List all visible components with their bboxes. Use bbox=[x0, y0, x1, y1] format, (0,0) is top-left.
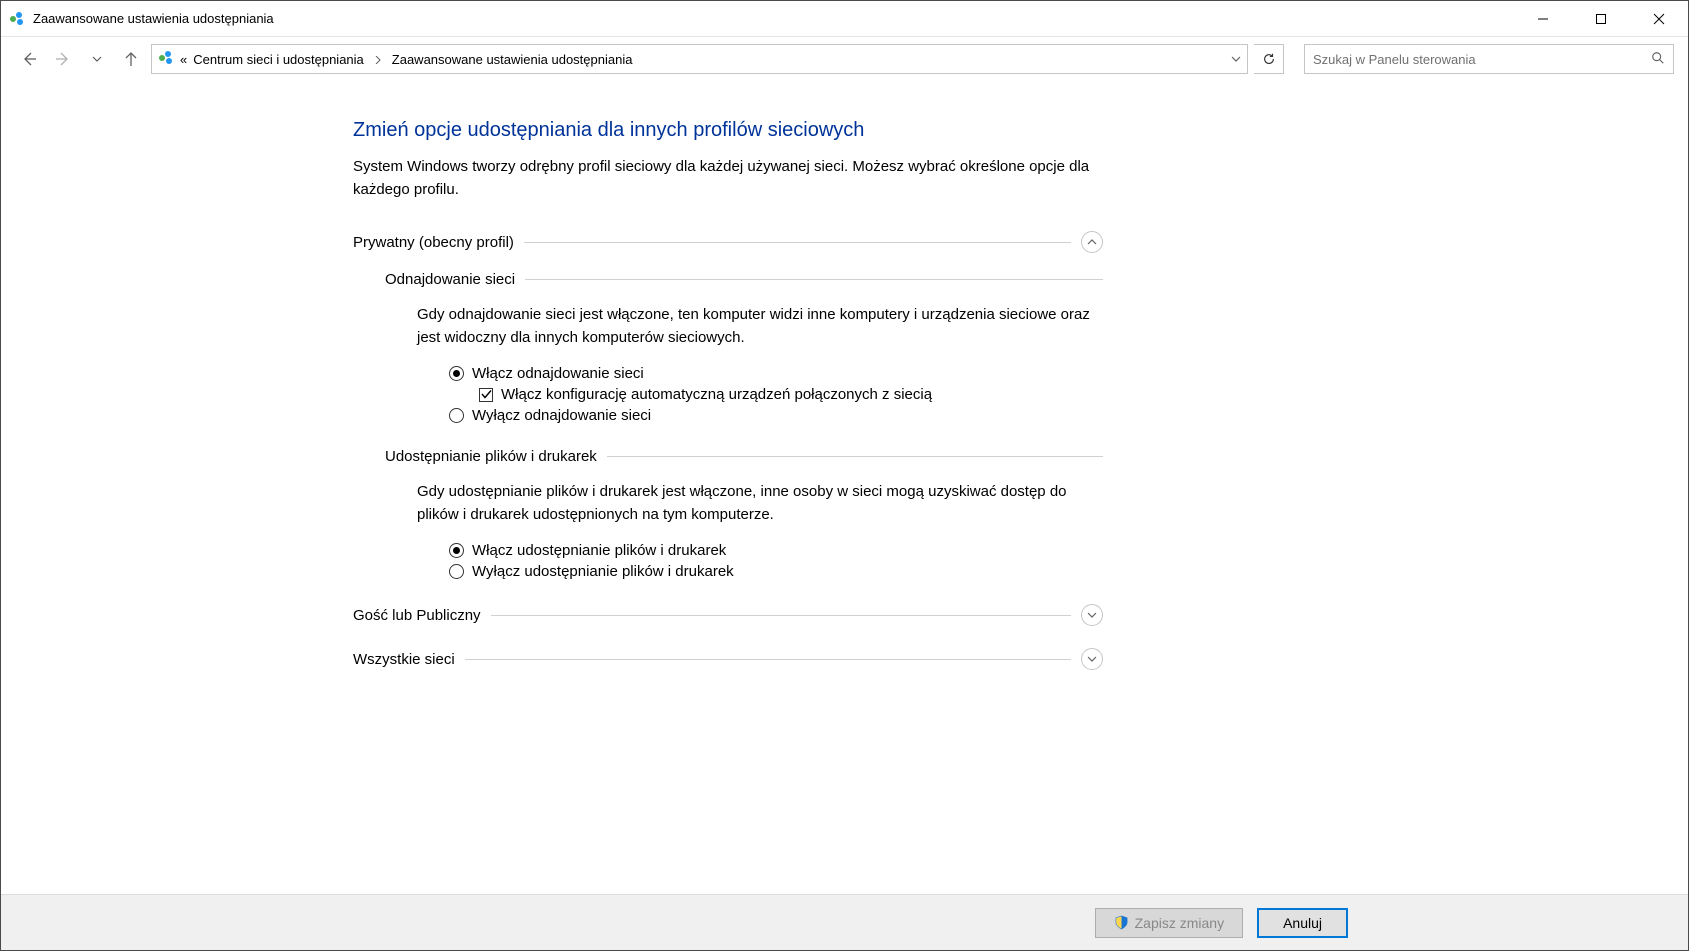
radio-file-printer-off[interactable]: Wyłącz udostępnianie plików i drukarek bbox=[449, 563, 1103, 580]
recent-locations-button[interactable] bbox=[83, 45, 111, 73]
forward-button[interactable] bbox=[49, 45, 77, 73]
chevron-down-icon[interactable] bbox=[1081, 604, 1103, 626]
file-printer-label: Udostępnianie plików i drukarek bbox=[385, 448, 597, 465]
file-printer-desc: Gdy udostępnianie plików i drukarek jest… bbox=[417, 481, 1103, 526]
maximize-button[interactable] bbox=[1572, 1, 1630, 36]
checkbox-icon bbox=[479, 388, 493, 402]
radio-file-printer-on[interactable]: Włącz udostępnianie plików i drukarek bbox=[449, 542, 1103, 559]
breadcrumb-item-current[interactable]: Zaawansowane ustawienia udostępniania bbox=[392, 52, 633, 67]
page-intro: System Windows tworzy odrębny profil sie… bbox=[353, 156, 1103, 201]
content-area: Zmień opcje udostępniania dla innych pro… bbox=[1, 81, 1688, 894]
profile-guest-label: Gość lub Publiczny bbox=[353, 607, 481, 624]
radio-network-discovery-off[interactable]: Wyłącz odnajdowanie sieci bbox=[449, 407, 1103, 424]
save-button[interactable]: Zapisz zmiany bbox=[1095, 908, 1243, 938]
minimize-button[interactable] bbox=[1514, 1, 1572, 36]
footer-bar: Zapisz zmiany Anuluj bbox=[1, 894, 1688, 950]
radio-label: Wyłącz odnajdowanie sieci bbox=[472, 407, 651, 424]
profile-all-header[interactable]: Wszystkie sieci bbox=[353, 648, 1103, 670]
file-printer-header: Udostępnianie plików i drukarek bbox=[385, 448, 1103, 465]
title-bar: Zaawansowane ustawienia udostępniania bbox=[1, 1, 1688, 37]
app-icon bbox=[9, 11, 25, 27]
network-discovery-header: Odnajdowanie sieci bbox=[385, 271, 1103, 288]
chevron-right-icon bbox=[370, 52, 386, 67]
radio-icon bbox=[449, 564, 464, 579]
breadcrumb-prefix: « bbox=[180, 52, 187, 67]
radio-label: Wyłącz udostępnianie plików i drukarek bbox=[472, 563, 734, 580]
refresh-button[interactable] bbox=[1254, 44, 1284, 74]
radio-icon bbox=[449, 408, 464, 423]
search-icon bbox=[1651, 51, 1665, 68]
search-placeholder: Szukaj w Panelu sterowania bbox=[1313, 52, 1651, 67]
profile-private-header[interactable]: Prywatny (obecny profil) bbox=[353, 231, 1103, 253]
chevron-down-icon[interactable] bbox=[1081, 648, 1103, 670]
window-title: Zaawansowane ustawienia udostępniania bbox=[33, 11, 1514, 26]
cancel-button-label: Anuluj bbox=[1283, 915, 1322, 931]
profile-guest-header[interactable]: Gość lub Publiczny bbox=[353, 604, 1103, 626]
address-bar[interactable]: « Centrum sieci i udostępniania Zaawanso… bbox=[151, 44, 1248, 74]
page-heading: Zmień opcje udostępniania dla innych pro… bbox=[353, 119, 1103, 142]
network-icon bbox=[158, 50, 174, 69]
radio-icon bbox=[449, 543, 464, 558]
breadcrumb-item[interactable]: Centrum sieci i udostępniania bbox=[193, 52, 364, 67]
window-controls bbox=[1514, 1, 1688, 36]
save-button-label: Zapisz zmiany bbox=[1135, 915, 1224, 931]
network-discovery-label: Odnajdowanie sieci bbox=[385, 271, 515, 288]
nav-bar: « Centrum sieci i udostępniania Zaawanso… bbox=[1, 37, 1688, 81]
profile-private-label: Prywatny (obecny profil) bbox=[353, 234, 514, 251]
window-frame: Zaawansowane ustawienia udostępniania « … bbox=[0, 0, 1689, 951]
address-dropdown-icon[interactable] bbox=[1231, 52, 1241, 67]
radio-network-discovery-on[interactable]: Włącz odnajdowanie sieci bbox=[449, 365, 1103, 382]
radio-icon bbox=[449, 366, 464, 381]
checkbox-auto-config[interactable]: Włącz konfigurację automatyczną urządzeń… bbox=[479, 386, 1103, 403]
up-button[interactable] bbox=[117, 45, 145, 73]
back-button[interactable] bbox=[15, 45, 43, 73]
close-button[interactable] bbox=[1630, 1, 1688, 36]
radio-label: Włącz udostępnianie plików i drukarek bbox=[472, 542, 726, 559]
profile-all-label: Wszystkie sieci bbox=[353, 651, 455, 668]
search-input[interactable]: Szukaj w Panelu sterowania bbox=[1304, 44, 1674, 74]
shield-icon bbox=[1114, 915, 1129, 930]
cancel-button[interactable]: Anuluj bbox=[1257, 908, 1348, 938]
radio-label: Włącz odnajdowanie sieci bbox=[472, 365, 644, 382]
checkbox-label: Włącz konfigurację automatyczną urządzeń… bbox=[501, 386, 932, 403]
network-discovery-desc: Gdy odnajdowanie sieci jest włączone, te… bbox=[417, 304, 1103, 349]
chevron-up-icon[interactable] bbox=[1081, 231, 1103, 253]
